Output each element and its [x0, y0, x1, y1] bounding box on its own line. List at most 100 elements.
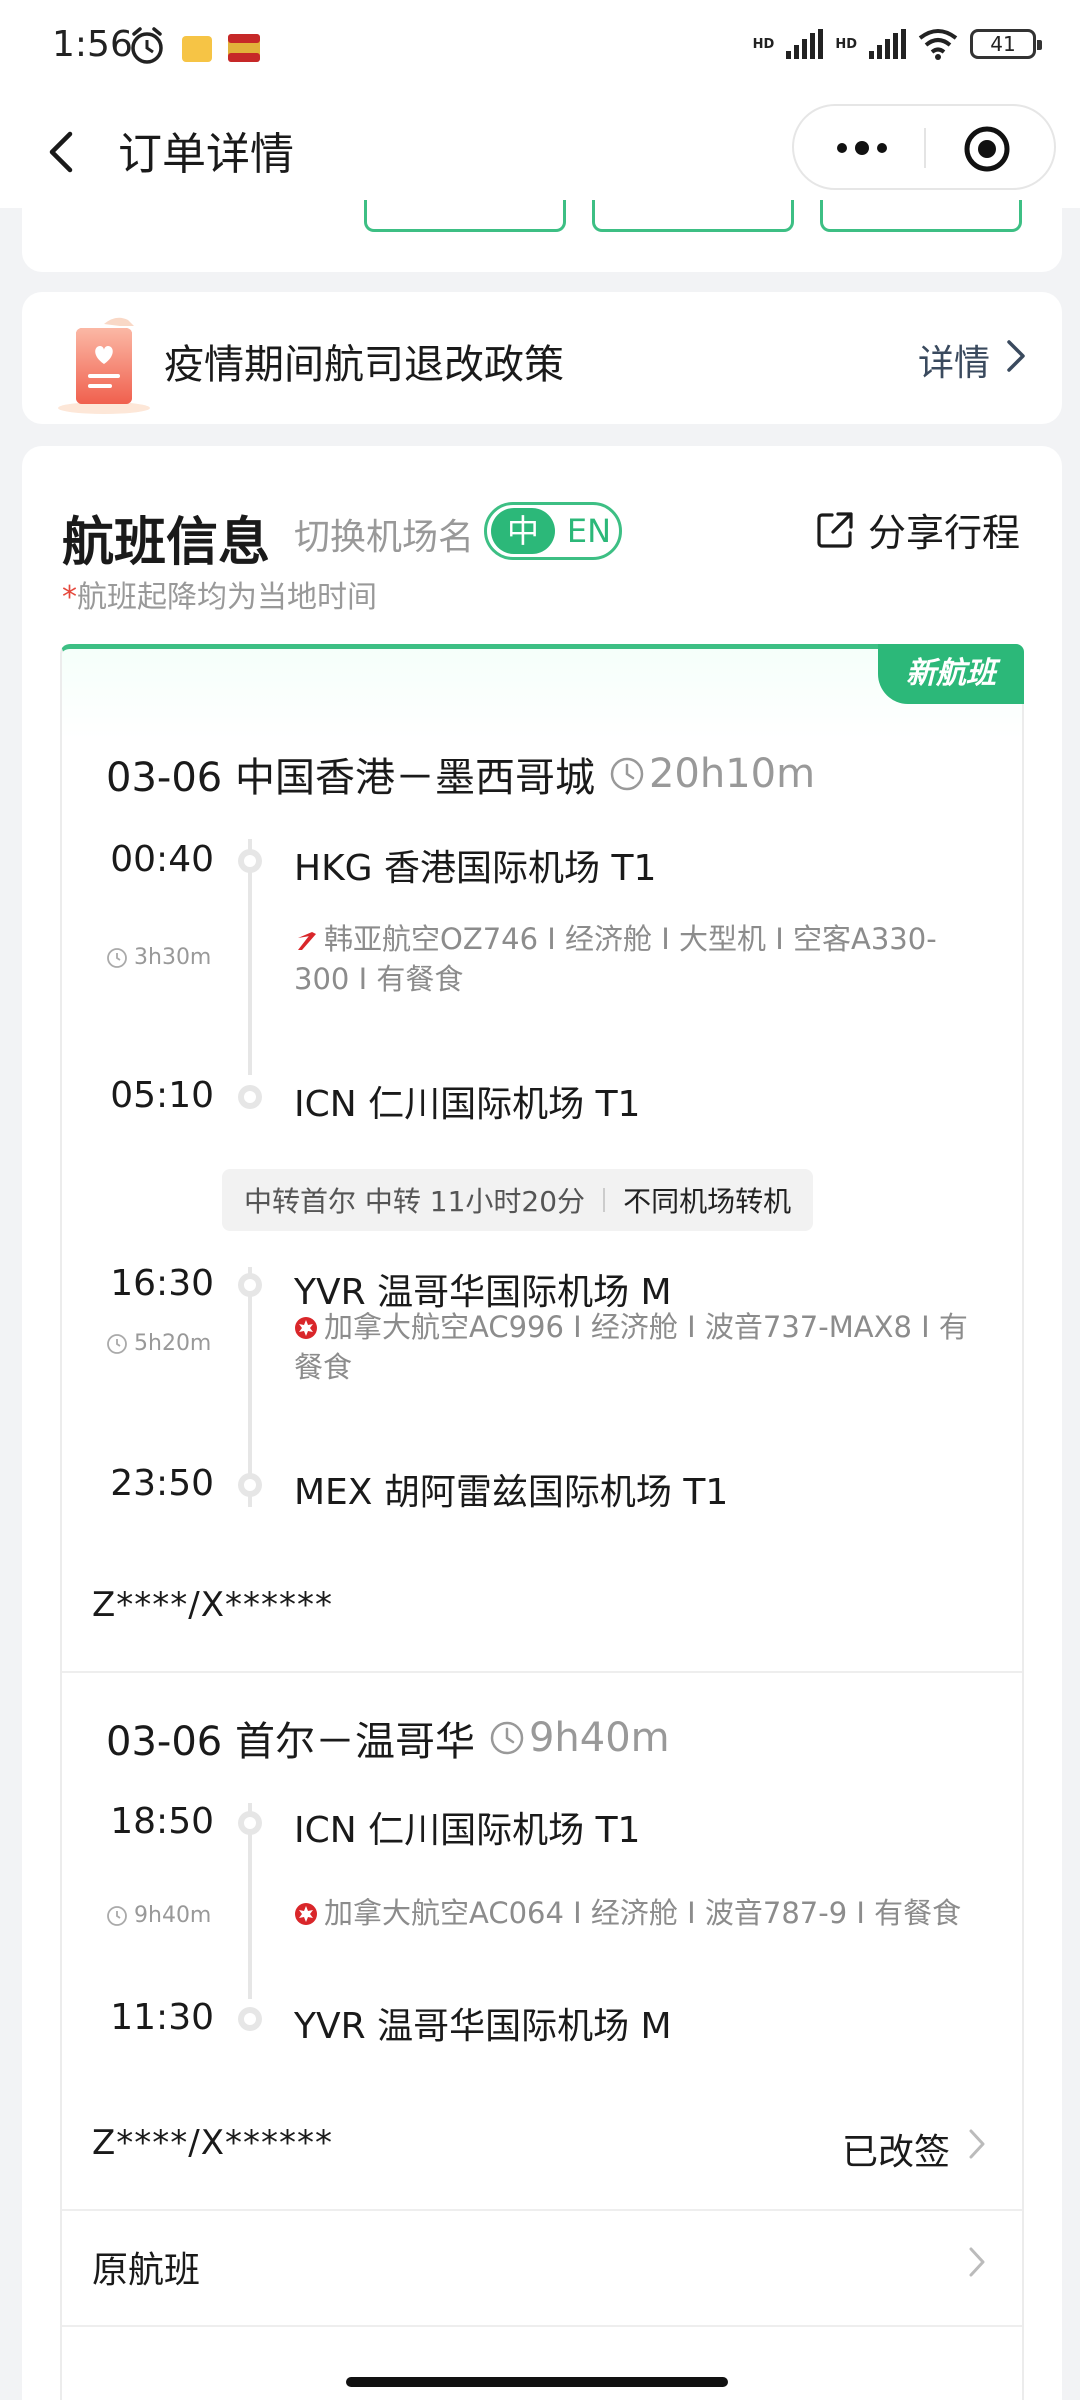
signal-icon	[869, 29, 906, 59]
flight-segment-info: 韩亚航空OZ746 I 经济舱 I 大型机 I 空客A330-300 I 有餐食	[294, 919, 984, 999]
language-toggle[interactable]: 中 EN	[484, 502, 622, 560]
policy-document-icon	[58, 317, 150, 414]
flight-segment-text: 韩亚航空OZ746 I 经济舱 I 大型机 I 空客A330-300 I 有餐食	[294, 922, 937, 996]
action-button[interactable]	[820, 200, 1022, 232]
flight-segment-text: 加拿大航空AC996 I 经济舱 I 波音737-MAX8 I 有餐食	[294, 1310, 968, 1384]
nav-bar: 订单详情	[0, 96, 1080, 208]
message-notification-icon	[182, 36, 212, 62]
flight-info-heading: 航班信息	[62, 513, 271, 573]
share-trip-label: 分享行程	[867, 511, 1020, 555]
clock-icon	[610, 757, 644, 791]
flight-segment-text: 加拿大航空AC064 I 经济舱 I 波音787-9 I 有餐食	[324, 1896, 962, 1930]
note-text: 航班起降均为当地时间	[77, 580, 377, 615]
airport-name: HKG 香港国际机场 T1	[294, 848, 657, 889]
policy-card[interactable]: 疫情期间航司退改政策 详情	[22, 292, 1062, 424]
status-bar: 1:56 HD HD 41	[0, 0, 1080, 96]
leg-duration: 9h40m	[106, 1903, 211, 1928]
timeline-dot	[238, 1473, 262, 1497]
transfer-text: 中转首尔 中转 11小时20分	[244, 1185, 586, 1218]
airport-name: YVR 温哥华国际机场 M	[294, 2006, 672, 2047]
page-title: 订单详情	[118, 129, 294, 180]
air-canada-logo-icon	[295, 1903, 317, 1925]
order-actions-card	[22, 200, 1062, 272]
local-time-note: *航班起降均为当地时间	[62, 572, 377, 616]
more-dots-icon[interactable]	[832, 136, 892, 160]
close-miniprogram-icon[interactable]	[962, 124, 1012, 174]
arrival-time: 05:10	[110, 1075, 214, 1116]
route-duration: 20h10m	[648, 751, 816, 797]
section-divider	[62, 2209, 1022, 2211]
departure-time: 18:50	[110, 1801, 214, 1842]
route-duration: 9h40m	[528, 1715, 670, 1761]
wifi-icon	[918, 29, 958, 60]
arrival-time: 11:30	[110, 1997, 214, 2038]
share-trip-button[interactable]: 分享行程	[814, 502, 1020, 557]
alarm-icon	[131, 27, 163, 64]
airport-name: ICN 仁川国际机场 T1	[294, 1810, 641, 1851]
leg-duration-text: 9h40m	[134, 1903, 212, 1928]
timeline-dot	[238, 1085, 262, 1109]
leg-duration: 3h30m	[106, 945, 211, 970]
share-icon	[817, 511, 853, 548]
departure-time: 00:40	[110, 839, 214, 880]
passenger-name: Z****/X******	[92, 2123, 334, 2163]
status-time: 1:56	[52, 24, 133, 65]
rebooked-status[interactable]: 已改签	[842, 2123, 950, 2175]
signal-icon	[786, 29, 824, 59]
transfer-info: 中转首尔 中转 11小时20分 不同机场转机	[222, 1169, 814, 1231]
back-arrow-icon[interactable]	[40, 122, 90, 182]
lang-zh-option[interactable]: 中	[491, 508, 555, 554]
battery-icon: 41	[970, 29, 1042, 59]
trip-route-header: 03-06 首尔－温哥华 9h40m	[106, 1709, 670, 1767]
section-divider	[62, 2325, 1022, 2327]
status-right-icons: HD HD 41	[752, 28, 1042, 60]
new-flight-box: 新航班 03-06 中国香港－墨西哥城 20h10m 00:40 HKG 香港国…	[60, 644, 1024, 2400]
passenger-name: Z****/X******	[92, 1585, 334, 1625]
clock-icon	[107, 1905, 127, 1926]
hd-label: HD	[835, 36, 857, 52]
flight-segment-info: 加拿大航空AC064 I 经济舱 I 波音787-9 I 有餐食	[294, 1893, 984, 1933]
leg-duration-text: 5h20m	[134, 1331, 212, 1356]
route-title: 03-06 中国香港－墨西哥城	[106, 755, 595, 801]
air-canada-logo-icon	[295, 1317, 317, 1339]
lang-en-option[interactable]: EN	[561, 508, 617, 554]
timeline-dot	[238, 849, 262, 873]
timeline-line	[248, 839, 252, 1075]
leg-duration-text: 3h30m	[134, 945, 212, 970]
route-title: 03-06 首尔－温哥华	[106, 1719, 475, 1765]
action-button[interactable]	[364, 200, 566, 232]
airport-name: MEX 胡阿雷兹国际机场 T1	[294, 1472, 729, 1513]
timeline-dot	[238, 2007, 262, 2031]
switch-airport-name-label: 切换机场名	[294, 517, 475, 558]
transfer-separator	[603, 1188, 606, 1212]
original-flight-label[interactable]: 原航班	[92, 2241, 200, 2293]
trip-route-header: 03-06 中国香港－墨西哥城 20h10m	[106, 745, 815, 803]
note-star: *	[62, 580, 77, 615]
flight-info-card: 航班信息 切换机场名 中 EN 分享行程 *航班起降均为当地时间 新航班 03-…	[22, 446, 1062, 2400]
flight-segment-info: 加拿大航空AC996 I 经济舱 I 波音737-MAX8 I 有餐食	[294, 1307, 984, 1387]
capsule-divider	[924, 128, 926, 168]
airport-name: ICN 仁川国际机场 T1	[294, 1084, 641, 1125]
asiana-airlines-logo-icon	[298, 932, 316, 950]
notification-app-icon	[228, 34, 260, 62]
policy-detail-link[interactable]: 详情	[918, 334, 990, 386]
clock-icon	[107, 947, 127, 968]
section-divider	[62, 1671, 1022, 1673]
new-flight-badge: 新航班	[878, 644, 1024, 704]
leg-duration: 5h20m	[106, 1331, 211, 1356]
hd-label: HD	[752, 36, 775, 52]
chevron-right-icon	[969, 2129, 985, 2159]
miniprogram-capsule	[792, 104, 1056, 190]
battery-level: 41	[990, 32, 1016, 56]
transfer-different-airport: 不同机场转机	[623, 1185, 792, 1218]
timeline-dot	[238, 1273, 262, 1297]
clock-icon	[490, 1721, 524, 1755]
policy-title: 疫情期间航司退改政策	[164, 342, 564, 388]
timeline-dot	[238, 1811, 262, 1835]
chevron-right-icon[interactable]	[966, 2245, 988, 2279]
clock-icon	[107, 1333, 127, 1354]
action-button[interactable]	[592, 200, 794, 232]
home-indicator[interactable]	[346, 2377, 728, 2387]
arrival-time: 23:50	[110, 1463, 214, 1504]
departure-time: 16:30	[110, 1263, 214, 1304]
